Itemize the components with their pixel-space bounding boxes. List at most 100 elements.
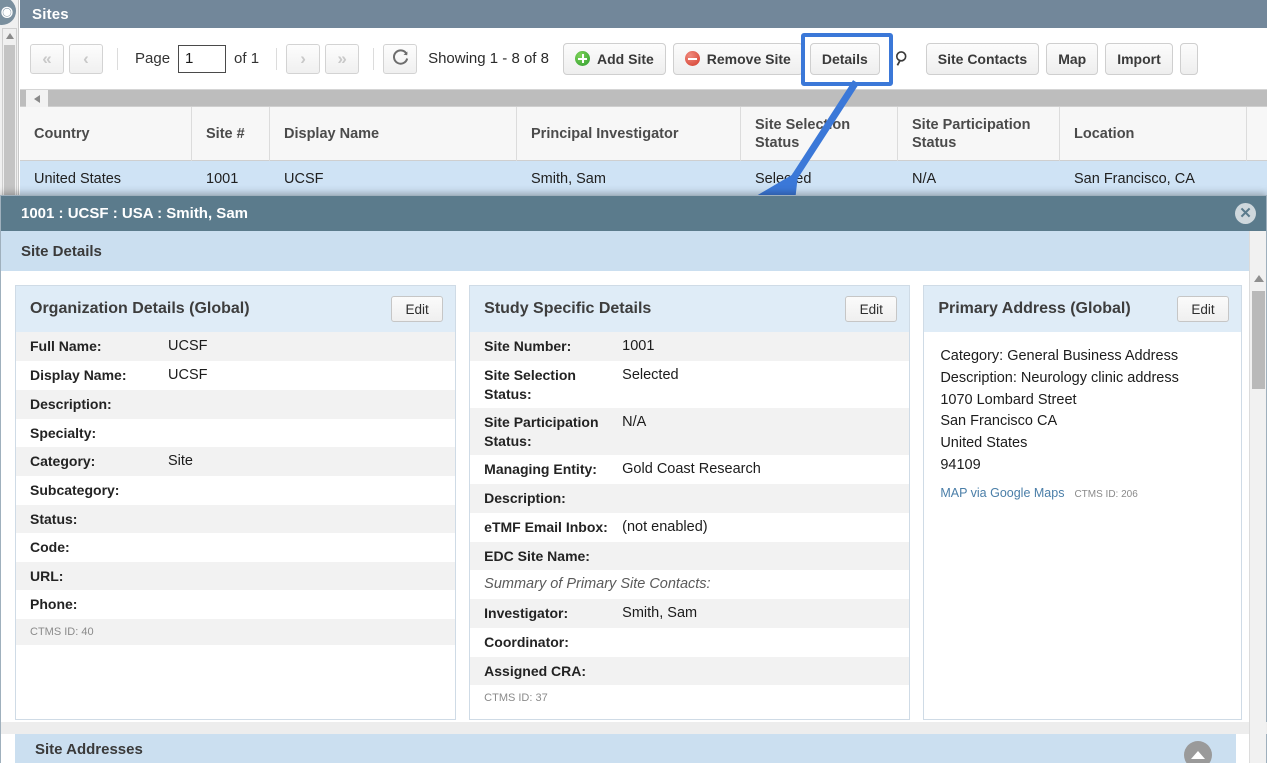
field-edc-site-name: EDC Site Name:: [470, 541, 910, 571]
cell-site-number: 1001: [206, 171, 239, 187]
chevron-up-glyph: [1191, 751, 1205, 759]
primary-address-edit-button[interactable]: Edit: [1176, 296, 1229, 322]
details-panels: Organization Details (Global) Edit Full …: [1, 271, 1266, 720]
address-line: Category: General Business Address: [940, 348, 1179, 364]
field-value: [168, 476, 455, 486]
refresh-button[interactable]: [383, 43, 418, 74]
search-button[interactable]: [886, 42, 919, 75]
field-label: URL:: [30, 567, 64, 584]
scroll-up-icon[interactable]: [1254, 275, 1264, 282]
field-label: EDC Site Name:: [484, 547, 590, 564]
field-label: Description:: [484, 490, 566, 507]
organization-details-title: Organization Details (Global): [30, 300, 250, 317]
close-icon[interactable]: ✕: [1235, 203, 1256, 224]
grid-header-row: Country Site # Display Name Principal In…: [20, 107, 1267, 161]
refresh-icon: [392, 49, 408, 65]
page-scrollbar[interactable]: [2, 28, 17, 198]
column-header-site-participation-status[interactable]: Site Participation Status: [898, 107, 1060, 161]
cell-site-selection-status: Selected: [755, 171, 812, 187]
showing-count-label: Showing 1 - 8 of 8: [428, 50, 549, 67]
map-button[interactable]: Map: [1046, 42, 1099, 75]
application-window: ◉ Sites « ‹ Page of 1 › » Sh: [0, 0, 1267, 763]
overflow-button[interactable]: [1179, 42, 1198, 75]
site-addresses-section-header[interactable]: Site Addresses: [15, 734, 1236, 763]
scroll-left-button[interactable]: [26, 90, 48, 107]
site-contacts-label: Site Contacts: [937, 50, 1028, 67]
field-label: Code:: [30, 539, 70, 556]
site-contacts-button[interactable]: Site Contacts: [925, 42, 1040, 75]
primary-address-panel: Primary Address (Global) Edit Category: …: [923, 285, 1242, 720]
column-header-country[interactable]: Country: [20, 107, 192, 161]
address-line: Description: Neurology clinic address: [940, 369, 1179, 386]
field-value: Site: [168, 453, 193, 470]
chevron-up-icon[interactable]: [1184, 741, 1212, 763]
details-button[interactable]: Details: [809, 42, 880, 75]
scroll-up-icon[interactable]: [6, 33, 14, 39]
study-specific-details-edit-button[interactable]: Edit: [845, 296, 898, 322]
field-coordinator: Coordinator:: [470, 628, 909, 656]
primary-address-body: Category: General Business Address Descr…: [924, 332, 1241, 500]
field-value: N/A: [622, 414, 647, 431]
toolbar-divider: [276, 47, 278, 70]
column-header-principal-investigator[interactable]: Principal Investigator: [517, 107, 741, 161]
field-label: Full Name:: [30, 338, 102, 354]
dialog-title: 1001 : UCSF : USA : Smith, Sam: [21, 205, 248, 222]
table-row[interactable]: United States 1001 UCSF Smith, Sam Selec…: [20, 161, 1267, 197]
field-label: Display Name:: [30, 367, 127, 384]
field-investigator: Investigator: Smith, Sam: [470, 599, 910, 629]
field-value: [168, 533, 455, 543]
prev-page-button[interactable]: ‹: [69, 43, 103, 74]
field-label: Assigned CRA:: [484, 662, 587, 679]
column-header-location[interactable]: Location: [1060, 107, 1247, 161]
last-page-button[interactable]: »: [325, 43, 360, 74]
page-input[interactable]: [178, 44, 227, 73]
field-label: Investigator:: [484, 605, 569, 622]
organization-details-header: Organization Details (Global) Edit: [16, 286, 456, 332]
field-value: [168, 419, 455, 429]
cell-location: San Francisco, CA: [1074, 171, 1195, 187]
column-header-site-selection-status[interactable]: Site Selection Status: [741, 107, 898, 161]
scroll-thumb[interactable]: [1252, 291, 1265, 389]
google-maps-link[interactable]: MAP via Google Maps: [940, 486, 1064, 500]
field-site-selection-status: Site Selection Status: Selected: [470, 361, 909, 408]
primary-address-title: Primary Address (Global): [938, 300, 1131, 317]
page-label: Page: [135, 50, 171, 67]
scroll-thumb[interactable]: [4, 45, 15, 195]
field-value: [168, 505, 455, 515]
field-phone: Phone:: [16, 590, 455, 618]
grid-horizontal-scrollbar[interactable]: [20, 90, 1267, 107]
field-value: [622, 628, 909, 638]
primary-address-header: Primary Address (Global) Edit: [924, 286, 1241, 332]
field-url: URL:: [16, 561, 456, 591]
field-label: Site Participation Status:: [484, 414, 599, 449]
cell-country: United States: [34, 171, 122, 187]
field-status: Status:: [16, 504, 456, 534]
add-site-button[interactable]: Add Site: [563, 42, 666, 75]
column-header-site-number[interactable]: Site #: [192, 107, 270, 161]
field-label: Category:: [30, 453, 96, 470]
add-site-label: Add Site: [597, 50, 654, 67]
field-study-description: Description:: [470, 484, 910, 513]
map-label: Map: [1058, 50, 1087, 67]
field-site-number: Site Number: 1001: [470, 332, 910, 362]
field-value: Selected: [622, 367, 679, 384]
address-line: United States: [940, 435, 1028, 451]
site-details-dialog: 1001 : UCSF : USA : Smith, Sam ✕ Site De…: [0, 195, 1267, 763]
first-page-button[interactable]: «: [30, 43, 64, 74]
study-ctms-id: CTMS ID: 37: [470, 685, 910, 712]
remove-site-button[interactable]: Remove Site: [672, 42, 803, 75]
column-header-display-name[interactable]: Display Name: [270, 107, 517, 161]
field-specialty: Specialty:: [16, 419, 455, 447]
dialog-scrollbar[interactable]: [1249, 231, 1266, 763]
organization-details-edit-button[interactable]: Edit: [391, 296, 444, 322]
field-label: Managing Entity:: [484, 461, 597, 477]
field-label: Phone:: [30, 596, 78, 613]
address-line: 94109: [940, 456, 981, 473]
field-site-participation-status: Site Participation Status: N/A: [470, 408, 910, 455]
study-specific-details-title: Study Specific Details: [484, 300, 652, 317]
field-value: [622, 484, 909, 494]
field-label: Coordinator:: [484, 634, 569, 651]
import-button[interactable]: Import: [1105, 42, 1173, 75]
next-page-button[interactable]: ›: [286, 43, 321, 74]
toolbar-divider: [117, 47, 118, 70]
